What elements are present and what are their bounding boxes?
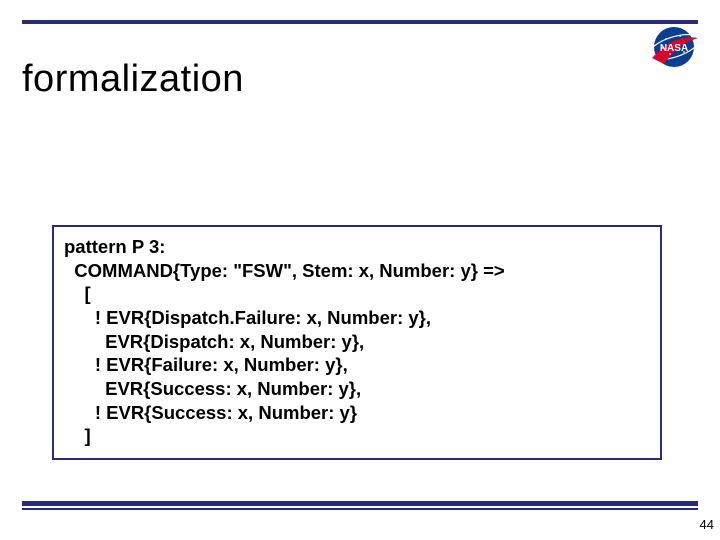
code-line: EVR{Dispatch: x, Number: y}, <box>64 330 650 354</box>
page-number: 44 <box>700 517 714 532</box>
slide-title: formalization <box>22 58 244 101</box>
code-line: COMMAND{Type: "FSW", Stem: x, Number: y}… <box>64 259 650 283</box>
code-line: pattern P 3: <box>64 235 650 259</box>
code-box: pattern P 3: COMMAND{Type: "FSW", Stem: … <box>52 225 662 460</box>
code-line: ! EVR{Dispatch.Failure: x, Number: y}, <box>64 306 650 330</box>
code-line: ! EVR{Failure: x, Number: y}, <box>64 353 650 377</box>
code-line: EVR{Success: x, Number: y}, <box>64 377 650 401</box>
code-line: [ <box>64 282 650 306</box>
svg-text:NASA: NASA <box>660 43 688 54</box>
bottom-rule <box>22 501 698 510</box>
top-rule <box>22 20 698 24</box>
code-line: ! EVR{Success: x, Number: y} <box>64 401 650 425</box>
nasa-logo-icon: NASA <box>646 24 702 70</box>
code-line: ] <box>64 424 650 448</box>
